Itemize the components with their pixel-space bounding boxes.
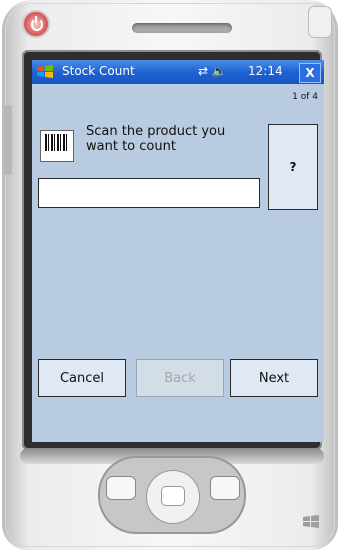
status-icons[interactable]: ⇄ 🔈	[198, 64, 227, 78]
barcode-icon	[40, 130, 74, 162]
prompt-line-1: Scan the product you	[86, 124, 226, 139]
help-button[interactable]: ?	[268, 124, 318, 210]
page-counter: 1 of 4	[292, 92, 318, 102]
app-screen: Stock Count ⇄ 🔈 12:14 X 1 of 4 Scan the …	[32, 60, 324, 442]
clock[interactable]: 12:14	[248, 64, 283, 78]
speaker-grille	[132, 23, 232, 33]
action-button[interactable]	[161, 486, 185, 506]
prompt-line-2: want to count	[86, 139, 176, 154]
window-title: Stock Count	[62, 64, 135, 78]
barcode-input[interactable]	[38, 178, 260, 208]
soft-key-left[interactable]	[106, 476, 136, 500]
cancel-button[interactable]: Cancel	[38, 359, 126, 397]
side-key[interactable]	[4, 105, 12, 175]
stylus-slot	[308, 6, 332, 38]
title-bar: Stock Count ⇄ 🔈 12:14 X	[32, 60, 324, 84]
windows-start-icon[interactable]	[36, 64, 54, 80]
scan-prompt: Scan the product you want to count	[86, 124, 266, 154]
power-button[interactable]	[24, 12, 48, 36]
close-button[interactable]: X	[299, 63, 321, 83]
volume-icon[interactable]: 🔈	[212, 64, 227, 78]
soft-key-right[interactable]	[210, 476, 240, 500]
windows-mobile-logo-icon	[303, 515, 319, 528]
back-button[interactable]: Back	[136, 359, 224, 397]
next-button[interactable]: Next	[230, 359, 318, 397]
connectivity-icon[interactable]: ⇄	[198, 64, 208, 78]
handheld-device: Stock Count ⇄ 🔈 12:14 X 1 of 4 Scan the …	[2, 0, 338, 550]
